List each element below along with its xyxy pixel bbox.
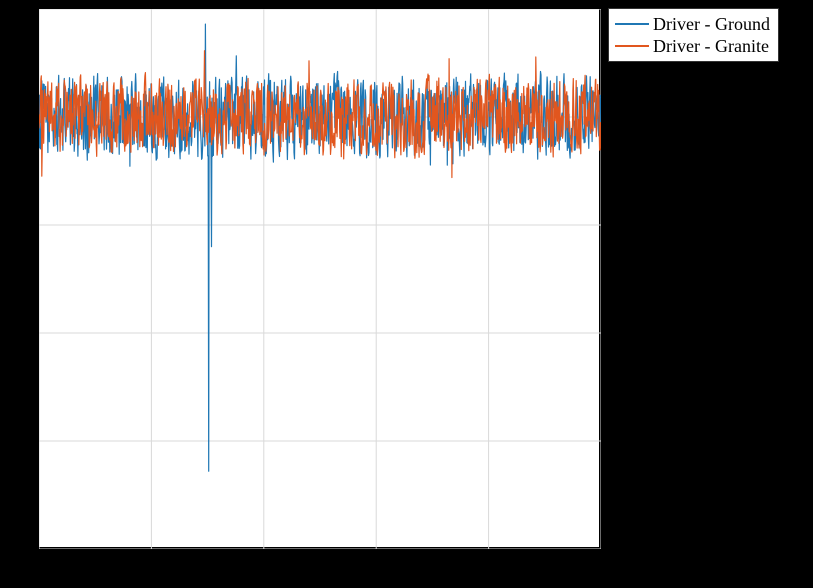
plot-area bbox=[38, 8, 600, 548]
legend-entry-ground: Driver - Ground bbox=[615, 13, 770, 35]
legend-label-ground: Driver - Ground bbox=[653, 14, 770, 35]
legend-label-granite: Driver - Granite bbox=[653, 36, 769, 57]
chart-canvas bbox=[39, 9, 601, 549]
legend: Driver - Ground Driver - Granite bbox=[608, 8, 779, 62]
legend-swatch-ground bbox=[615, 23, 649, 25]
series-line-1 bbox=[39, 51, 601, 178]
legend-entry-granite: Driver - Granite bbox=[615, 35, 770, 57]
legend-swatch-granite bbox=[615, 45, 649, 47]
